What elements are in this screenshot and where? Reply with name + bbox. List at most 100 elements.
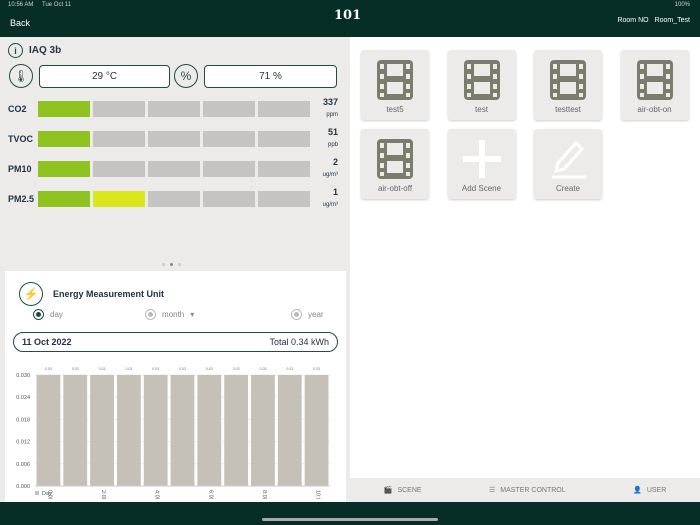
metric-unit: ug/m³ [322,202,338,208]
bar [224,375,249,486]
bar-value-label: 0.03 [260,367,267,371]
y-tick-label: 0.030 [16,373,30,379]
top-bar: 10:56 AM Tue Oct 11 100% Back 101 Room N… [0,0,700,37]
metric-label: TVOC [8,134,34,144]
metric-unit: ug/m³ [322,172,338,178]
bar-value-label: 0.03 [99,367,106,371]
x-tick-label: 4:00 [154,490,160,499]
room-no: Room NO [617,17,649,24]
humidity-value: 71 % [204,65,337,88]
bottom-bar [0,502,700,525]
x-tick-label: 10:00 [315,490,321,499]
metric-label: PM10 [8,164,32,174]
film-icon [361,137,429,181]
level-segment [38,101,90,117]
bar [63,375,88,486]
metric-unit: ppb [327,142,338,148]
y-tick-label: 0.018 [16,417,30,423]
radio-year[interactable]: year [291,309,324,320]
energy-title: Energy Measurement Unit [53,289,165,299]
film-icon [361,58,429,102]
bar [36,375,61,486]
level-segment [38,191,90,207]
level-segment [258,191,310,207]
scene-label: air-obt-off [377,184,413,193]
humidity-icon: % [174,64,198,88]
bar [277,375,302,486]
chevron-down-icon: ▾ [190,310,195,319]
y-tick-label: 0.024 [16,395,30,401]
level-segment [203,191,255,207]
level-segment [203,101,255,117]
scene-label: testtest [555,105,581,114]
bar-value-label: 0.03 [206,367,213,371]
status-time: 10:56 AM [8,2,34,8]
level-segment [93,191,145,207]
level-segment [148,131,200,147]
scene-tile-test[interactable]: test [447,50,516,120]
level-segment [258,101,310,117]
home-indicator[interactable] [262,518,438,521]
bar-value-label: 0.03 [286,367,293,371]
logo: 101 [334,8,362,23]
bar-value-label: 0.03 [179,367,186,371]
left-panel: i IAQ 3b 🌡 29 °C % 71 % CO2 337 ppm TVOC 51 pp… [0,37,350,502]
sliders-icon: ☰ [489,487,496,494]
level-segment [148,101,200,117]
clapperboard-icon: 🎬 [383,487,393,494]
scene-tile-air-obt-on[interactable]: air-obt-on [620,50,689,120]
plus-icon [448,137,516,181]
tab-user[interactable]: 👤 USER [633,486,666,495]
level-segment [203,161,255,177]
info-icon[interactable]: i [8,43,23,58]
radio-month[interactable]: month ▾ [145,309,194,320]
iaq-row-pm10: PM10 2 ug/m³ [8,157,338,178]
legend-swatch [35,491,39,495]
scene-label: test5 [386,105,404,114]
bar [116,375,141,486]
level-segment [258,161,310,177]
level-segment [203,131,255,147]
page-indicator[interactable] [162,263,181,266]
bar-value-label: 0.03 [125,367,132,371]
metric-label: CO2 [8,104,27,114]
y-tick-label: 0.000 [16,484,30,490]
bar-value-label: 0.03 [233,367,240,371]
back-button[interactable]: Back [10,18,30,28]
metric-value: 1 [332,187,338,197]
y-tick-label: 0.006 [16,462,30,468]
level-segment [258,131,310,147]
lightning-icon: ⚡ [19,282,43,306]
scene-tile-air-obt-off[interactable]: air-obt-off [361,129,429,199]
scene-tile-testtest[interactable]: testtest [534,50,602,120]
total-energy: Total 0.34 kWh [269,337,329,347]
film-icon [448,58,516,102]
bar [170,375,195,486]
temperature-value: 29 °C [39,65,170,88]
radio-day[interactable]: day [33,309,63,320]
iaq-row-tvoc: TVOC 51 ppb [8,127,338,148]
bar [251,375,275,486]
x-tick-label: 8:00 [261,490,267,499]
level-segment [93,131,145,147]
status-date: Tue Oct 11 [42,2,72,8]
scene-tile-test5[interactable]: test5 [361,50,429,120]
scene-label: Add Scene [461,184,502,193]
metric-unit: ppm [326,112,338,118]
scene-tile-add-scene[interactable]: Add Scene [447,129,516,199]
energy-card: ⚡ Energy Measurement Unit day month ▾ year… [5,271,346,502]
scene-tile-create[interactable]: Create [534,129,602,199]
metric-value: 337 [322,97,338,107]
bar [143,375,168,486]
iaq-row-pm25: PM2.5 1 ug/m³ [8,187,338,208]
level-segment [148,161,200,177]
date-selector[interactable]: 11 Oct 2022 Total 0.34 kWh [13,332,338,352]
level-segment [148,191,200,207]
bar-value-label: 0.03 [45,367,52,371]
level-segment [38,161,90,177]
battery-status: 100% [674,2,690,8]
tab-scene[interactable]: 🎬 SCENE [383,486,422,495]
iaq-row-co2: CO2 337 ppm [8,97,338,118]
tab-master-control[interactable]: ☰ MASTER CONTROL [489,486,566,495]
room-info: Room NO Room_Test [611,17,690,24]
